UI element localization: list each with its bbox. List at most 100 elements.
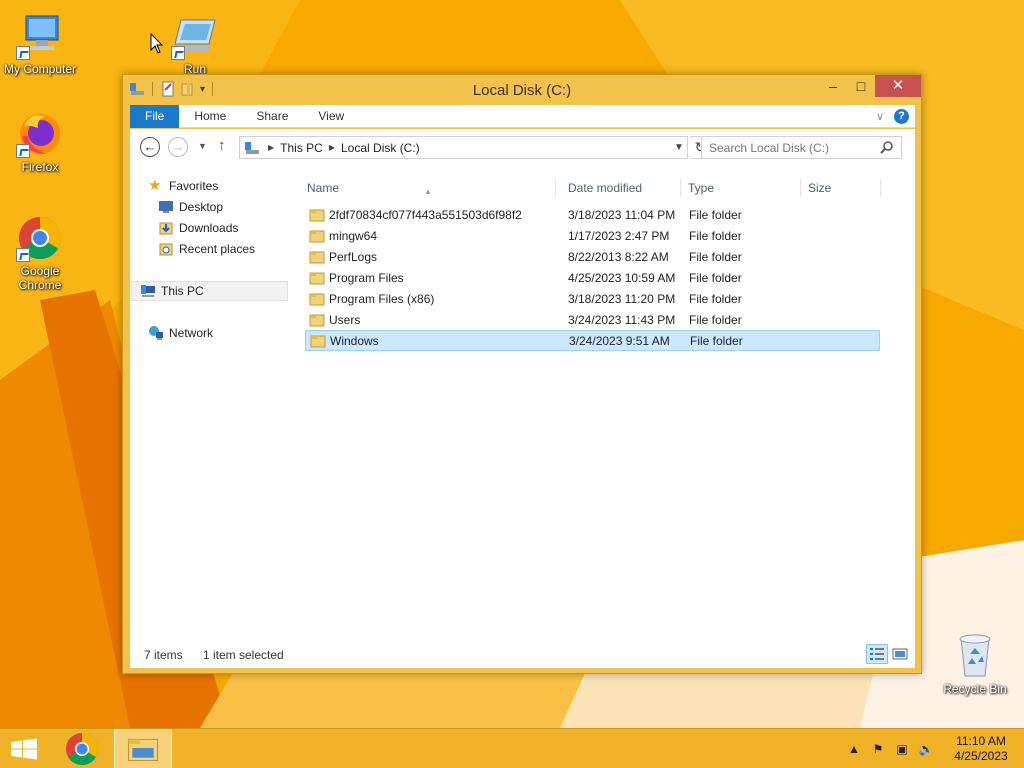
network-icon xyxy=(149,326,163,340)
network-tray-icon[interactable]: ▣ xyxy=(893,741,911,757)
help-icon[interactable]: ? xyxy=(894,108,909,124)
file-row[interactable]: 2fdf70834cf077f443a551503d6f98f2 3/18/202… xyxy=(305,204,880,225)
large-icons-view-button[interactable] xyxy=(889,644,911,664)
file-list: Name ▲ Date modified Type Size 2fdf70834… xyxy=(300,165,915,640)
minimize-button[interactable]: – xyxy=(819,75,847,97)
recent-locations-dropdown-icon[interactable]: ▼ xyxy=(198,141,207,151)
file-date-modified: 3/18/2023 11:20 PM xyxy=(568,291,676,306)
file-row[interactable]: Program Files (x86) 3/18/2023 11:20 PM Fil… xyxy=(305,288,880,309)
tab-file[interactable]: File xyxy=(130,104,180,128)
downloads-icon xyxy=(159,222,173,235)
large-icons-view-icon xyxy=(892,648,908,660)
ribbon-tabs: File Home Share View ∨ ? xyxy=(130,104,915,128)
clock[interactable]: 11:10 AM 4/25/2023 xyxy=(946,734,1016,764)
chrome-icon xyxy=(16,214,64,262)
desktop-icon-label: Recycle Bin xyxy=(943,682,1007,696)
column-header-type[interactable]: Type xyxy=(681,177,801,199)
desktop-icon-google-chrome[interactable]: Google Chrome xyxy=(0,214,80,292)
drive-icon xyxy=(245,141,259,154)
back-button[interactable]: ← xyxy=(140,137,160,157)
computer-icon xyxy=(16,12,64,60)
navigation-pane: ★ Favorites Desktop Downloads Recent pla… xyxy=(130,165,292,640)
recent-places-icon xyxy=(159,243,173,256)
desktop-icon-run[interactable]: Run xyxy=(155,12,235,76)
search-icon[interactable] xyxy=(880,140,894,154)
file-type: File folder xyxy=(689,291,742,306)
file-name: Program Files (x86) xyxy=(329,291,435,306)
maximize-button[interactable]: □ xyxy=(847,75,875,97)
breadcrumb-arrow-icon[interactable]: ▶ xyxy=(266,143,276,152)
close-button[interactable]: ✕ xyxy=(875,75,921,97)
file-row[interactable]: Users 3/24/2023 11:43 PM File folder xyxy=(305,309,880,330)
breadcrumb-this-pc[interactable]: This PC xyxy=(276,141,327,155)
clock-time: 11:10 AM xyxy=(956,734,1006,748)
nav-downloads[interactable]: Downloads xyxy=(140,218,290,238)
taskbar: ▲ ⚑ ▣ 🔈 11:10 AM 4/25/2023 xyxy=(0,728,1024,768)
forward-button[interactable]: → xyxy=(168,137,188,157)
action-center-flag-icon[interactable]: ⚑ xyxy=(869,741,887,757)
folder-icon xyxy=(309,209,325,221)
desktop-icon-my-computer[interactable]: My Computer xyxy=(0,12,80,76)
file-row[interactable]: PerfLogs 8/22/2013 8:22 AM File folder xyxy=(305,246,880,267)
expand-ribbon-icon[interactable]: ∨ xyxy=(876,110,884,123)
shortcut-arrow-icon xyxy=(16,144,30,158)
title-bar[interactable]: ▾ Local Disk (C:) – □ ✕ xyxy=(123,75,921,105)
start-button[interactable] xyxy=(0,729,48,768)
file-name: Program Files xyxy=(329,270,404,285)
file-type: File folder xyxy=(689,249,742,264)
folder-icon xyxy=(309,230,325,242)
desktop-icon-recycle-bin[interactable]: Recycle Bin xyxy=(935,632,1015,696)
address-bar[interactable]: ▶ This PC ▶ Local Disk (C:) ▼ xyxy=(239,136,688,159)
file-type: File folder xyxy=(689,312,742,327)
file-row[interactable]: Windows 3/24/2023 9:51 AM File folder xyxy=(305,330,880,351)
volume-icon[interactable]: 🔈 xyxy=(917,741,935,757)
windows-logo-icon xyxy=(11,738,37,760)
file-explorer-icon xyxy=(128,738,158,762)
desktop-icon-firefox[interactable]: Firefox xyxy=(0,110,80,174)
column-header-date-modified[interactable]: Date modified xyxy=(561,177,681,199)
details-view-icon xyxy=(870,648,884,660)
file-type: File folder xyxy=(689,207,742,222)
nav-this-pc[interactable]: This PC xyxy=(131,281,288,301)
taskbar-file-explorer-button[interactable] xyxy=(114,729,172,768)
file-name: mingw64 xyxy=(329,228,378,243)
shortcut-arrow-icon xyxy=(16,248,30,262)
breadcrumb-local-disk[interactable]: Local Disk (C:) xyxy=(337,141,424,155)
shortcut-arrow-icon xyxy=(16,46,30,60)
status-item-count: 7 items xyxy=(144,648,183,662)
desktop-icon-label: My Computer xyxy=(3,62,77,76)
search-input[interactable] xyxy=(701,136,902,159)
nav-recent-places[interactable]: Recent places xyxy=(140,239,290,259)
shortcut-arrow-icon xyxy=(171,46,185,60)
nav-network[interactable]: Network xyxy=(140,323,290,343)
file-name: 2fdf70834cf077f443a551503d6f98f2 xyxy=(329,207,522,222)
breadcrumb-arrow-icon[interactable]: ▶ xyxy=(327,143,337,152)
clock-date: 4/25/2023 xyxy=(954,749,1008,763)
tab-home[interactable]: Home xyxy=(179,105,241,128)
back-arrow-icon: ← xyxy=(140,137,160,157)
file-date-modified: 3/18/2023 11:04 PM xyxy=(568,207,676,222)
column-header-name[interactable]: Name ▲ xyxy=(300,177,556,199)
desktop-icon xyxy=(159,201,173,213)
status-bar: 7 items 1 item selected xyxy=(130,640,915,668)
taskbar-chrome-button[interactable] xyxy=(58,729,106,768)
file-date-modified: 1/17/2023 2:47 PM xyxy=(568,228,670,243)
tab-view[interactable]: View xyxy=(303,105,359,128)
file-date-modified: 4/25/2023 10:59 AM xyxy=(568,270,676,285)
folder-icon xyxy=(309,251,325,263)
details-view-button[interactable] xyxy=(866,644,888,664)
window-title: Local Disk (C:) xyxy=(472,82,572,99)
up-button[interactable]: ↑ xyxy=(218,137,226,154)
firefox-icon xyxy=(16,110,64,158)
tab-share[interactable]: Share xyxy=(241,105,303,128)
file-row[interactable]: Program Files 4/25/2023 10:59 AM File fold… xyxy=(305,267,880,288)
nav-desktop[interactable]: Desktop xyxy=(140,197,290,217)
address-dropdown-icon[interactable]: ▼ xyxy=(671,142,687,153)
folder-icon xyxy=(309,293,325,305)
file-row[interactable]: mingw64 1/17/2023 2:47 PM File folder xyxy=(305,225,880,246)
column-header-size[interactable]: Size xyxy=(801,177,881,199)
show-hidden-icons-icon[interactable]: ▲ xyxy=(845,741,863,757)
explorer-window[interactable]: ▾ Local Disk (C:) – □ ✕ File Home Share … xyxy=(122,74,922,674)
nav-favorites[interactable]: ★ Favorites xyxy=(140,176,290,196)
desktop-icon-label: Firefox xyxy=(21,160,59,174)
